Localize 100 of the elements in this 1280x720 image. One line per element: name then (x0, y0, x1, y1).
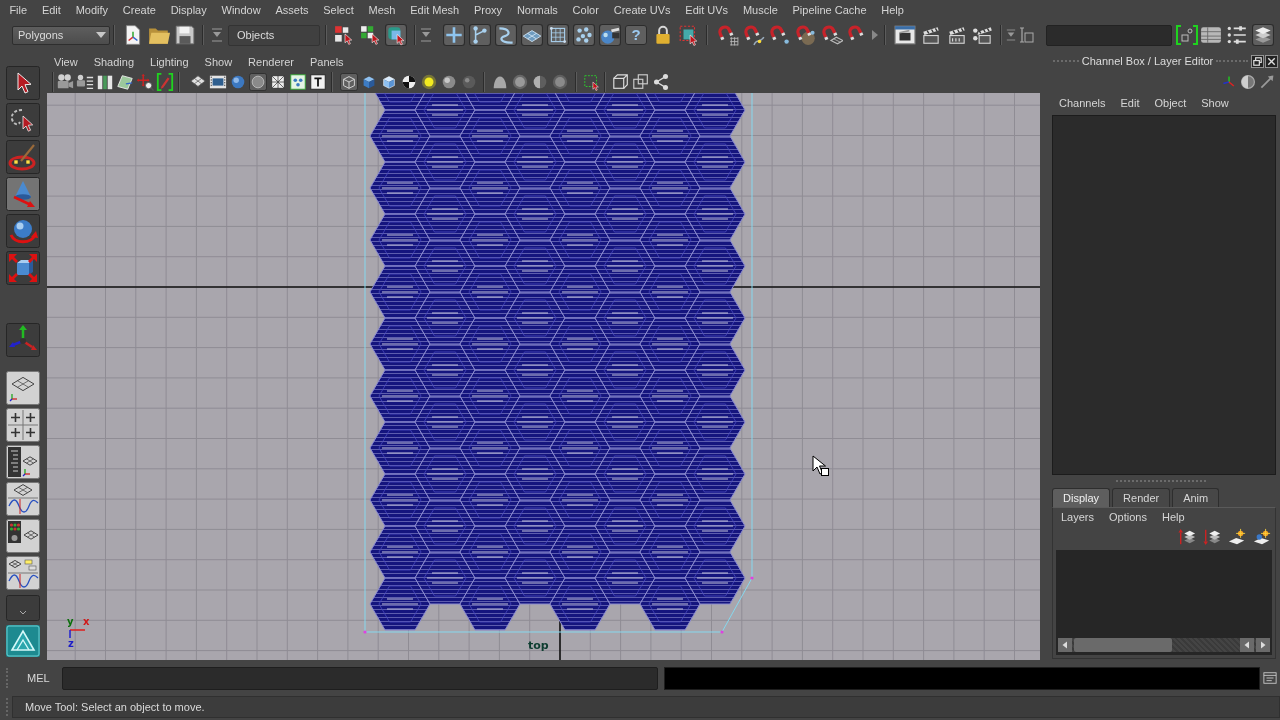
outliner-graph-layout-icon[interactable] (6, 556, 40, 590)
text-cursor-icon[interactable] (1018, 24, 1034, 46)
close-icon[interactable] (1265, 54, 1278, 68)
outliner-layout-icon[interactable] (6, 445, 40, 479)
layers-down-icon[interactable] (1203, 528, 1221, 546)
layer-menu-item[interactable]: Help (1161, 511, 1185, 523)
wireframe-cube-icon[interactable] (340, 73, 358, 91)
graph-layout-icon[interactable] (6, 482, 40, 516)
lasso-icon[interactable] (6, 103, 40, 137)
quick-input-field[interactable] (1046, 24, 1172, 46)
menu-item[interactable]: Edit UVs (677, 2, 736, 18)
sphere-icon[interactable] (229, 73, 247, 91)
selection-box-icon[interactable] (678, 24, 700, 46)
magnet-point-icon[interactable] (769, 24, 791, 46)
grid-arrow-icon[interactable] (359, 24, 382, 46)
menu-item[interactable]: Create (115, 2, 164, 18)
logo-icon[interactable] (6, 625, 40, 657)
camera-icon[interactable] (56, 73, 74, 91)
text-box-icon[interactable] (309, 73, 327, 91)
layer-menu-item[interactable]: Layers (1061, 511, 1095, 523)
panel-menu-item[interactable]: View (54, 56, 78, 68)
layers-icon[interactable] (1252, 24, 1274, 46)
circle-icon[interactable] (249, 73, 267, 91)
command-language-toggle[interactable]: MEL (27, 672, 51, 684)
crosshair-magnifier-icon[interactable] (136, 73, 154, 91)
menu-item[interactable]: Normals (509, 2, 566, 18)
menu-item[interactable]: Assets (268, 2, 316, 18)
nodes-icon[interactable] (469, 24, 491, 46)
menu-item[interactable]: Window (214, 2, 269, 18)
scroll-left-icon[interactable] (1058, 638, 1072, 652)
channel-menu-item[interactable]: Edit (1120, 97, 1140, 109)
paint-brush-icon[interactable] (6, 140, 40, 174)
selection-rectangle-icon[interactable] (583, 73, 601, 91)
checker-sphere-icon[interactable] (400, 73, 418, 91)
menu-item[interactable]: Select (315, 2, 362, 18)
help-toggle[interactable]: ? (625, 25, 647, 45)
panel-menu-item[interactable]: Lighting (150, 56, 189, 68)
new-layer-sphere-icon[interactable] (1253, 528, 1271, 546)
menu-item[interactable]: Edit Mesh (402, 2, 467, 18)
cube-arrows-icon[interactable] (6, 251, 40, 285)
layer-tab[interactable]: Anim (1172, 488, 1220, 507)
menu-item[interactable]: Muscle (735, 2, 786, 18)
attribute-list-icon[interactable] (1226, 24, 1248, 46)
menu-item[interactable]: Create UVs (606, 2, 678, 18)
save-icon[interactable] (174, 24, 196, 46)
menu-item[interactable]: Help (873, 2, 912, 18)
scrollbar-thumb[interactable] (1074, 638, 1172, 652)
half-sphere-icon[interactable] (531, 73, 549, 91)
command-input-field[interactable] (62, 666, 658, 690)
wireframe-grid-icon[interactable] (269, 73, 287, 91)
clapperboard-icon[interactable] (946, 24, 968, 46)
menu-item[interactable]: Color (565, 2, 607, 18)
channel-menu-item[interactable]: Object (1154, 97, 1187, 109)
scroll-left-icon[interactable] (1240, 638, 1254, 652)
panel-menu-item[interactable]: Panels (309, 56, 344, 68)
caret-icon[interactable] (96, 32, 106, 38)
plus-icon[interactable] (443, 24, 465, 46)
blurred-sphere-icon[interactable] (511, 73, 529, 91)
selection-mask-menu[interactable]: Objects (228, 24, 320, 46)
table-icon[interactable] (1200, 24, 1222, 46)
layer-menu-item[interactable]: Options (1109, 511, 1147, 523)
brackets-icon[interactable] (1175, 24, 1199, 46)
menu-item[interactable]: Modify (68, 2, 116, 18)
book-icon[interactable] (96, 73, 114, 91)
float-icon[interactable] (1251, 54, 1264, 68)
share-icon[interactable] (652, 73, 670, 91)
menu-item[interactable]: Display (163, 2, 215, 18)
clapperboard-dots-icon[interactable] (972, 24, 994, 46)
render-window-icon[interactable] (894, 24, 916, 46)
sphere-clapper-icon[interactable] (599, 24, 621, 46)
bracket-pencil-icon[interactable] (156, 73, 174, 91)
dots-icon[interactable] (289, 73, 307, 91)
single-view-layout-icon[interactable] (6, 371, 40, 405)
layers-up-icon[interactable] (1178, 528, 1196, 546)
horizontal-scrollbar[interactable] (1058, 638, 1270, 652)
new-layer-icon[interactable] (1228, 528, 1246, 546)
sphere-icon[interactable] (440, 73, 458, 91)
image-plane-icon[interactable] (116, 73, 134, 91)
window-icon[interactable] (1263, 671, 1277, 685)
channel-menu-item[interactable]: Show (1201, 97, 1229, 109)
panel-menu-item[interactable]: Renderer (248, 56, 294, 68)
four-view-layout-icon[interactable] (6, 408, 40, 442)
dots-icon[interactable] (573, 24, 595, 46)
node-layout-icon[interactable] (6, 519, 40, 553)
sphere-icon[interactable] (460, 73, 478, 91)
overlapping-squares-icon[interactable] (632, 73, 650, 91)
cube-icon[interactable] (380, 73, 398, 91)
blurred-sphere-icon[interactable] (551, 73, 569, 91)
panel-menu-item[interactable]: Shading (93, 56, 135, 68)
magnet-plane-icon[interactable] (821, 24, 843, 46)
menu-item[interactable]: File (2, 2, 35, 18)
sphere-rotate-icon[interactable] (6, 214, 40, 248)
plane-icon[interactable] (521, 24, 543, 46)
camera-list-icon[interactable] (76, 73, 94, 91)
axes-icon[interactable] (6, 323, 40, 357)
half-circle-icon[interactable] (1240, 74, 1256, 90)
lattice-icon[interactable] (547, 24, 569, 46)
magnet-sphere-icon[interactable] (795, 24, 817, 46)
menu-item[interactable]: Pipeline Cache (785, 2, 874, 18)
diagonal-arrow-icon[interactable] (1259, 74, 1275, 90)
